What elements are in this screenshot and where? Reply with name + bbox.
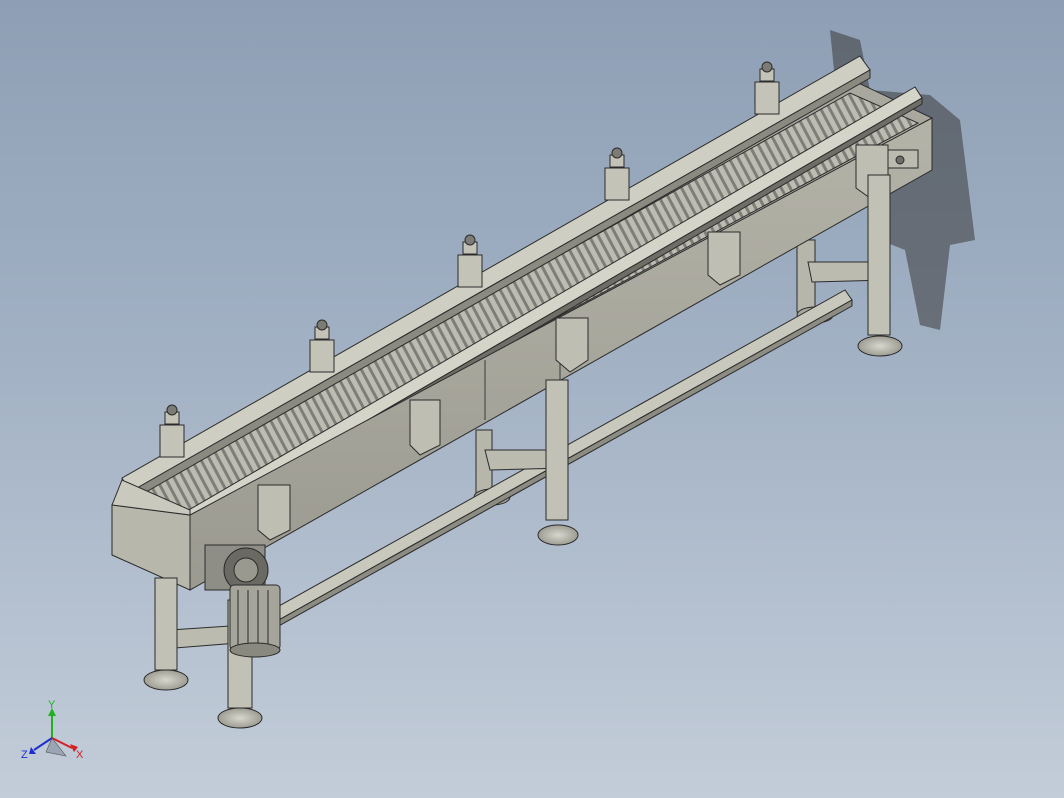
y-label: Y [48,700,56,711]
conveyor-model [111,30,975,729]
tail-fittings [887,149,919,169]
z-label: Z [21,749,28,761]
view-orientation-triad: Y X Z [18,699,88,770]
cad-viewport[interactable]: Y X Z [0,0,1064,798]
x-label: X [76,749,84,761]
